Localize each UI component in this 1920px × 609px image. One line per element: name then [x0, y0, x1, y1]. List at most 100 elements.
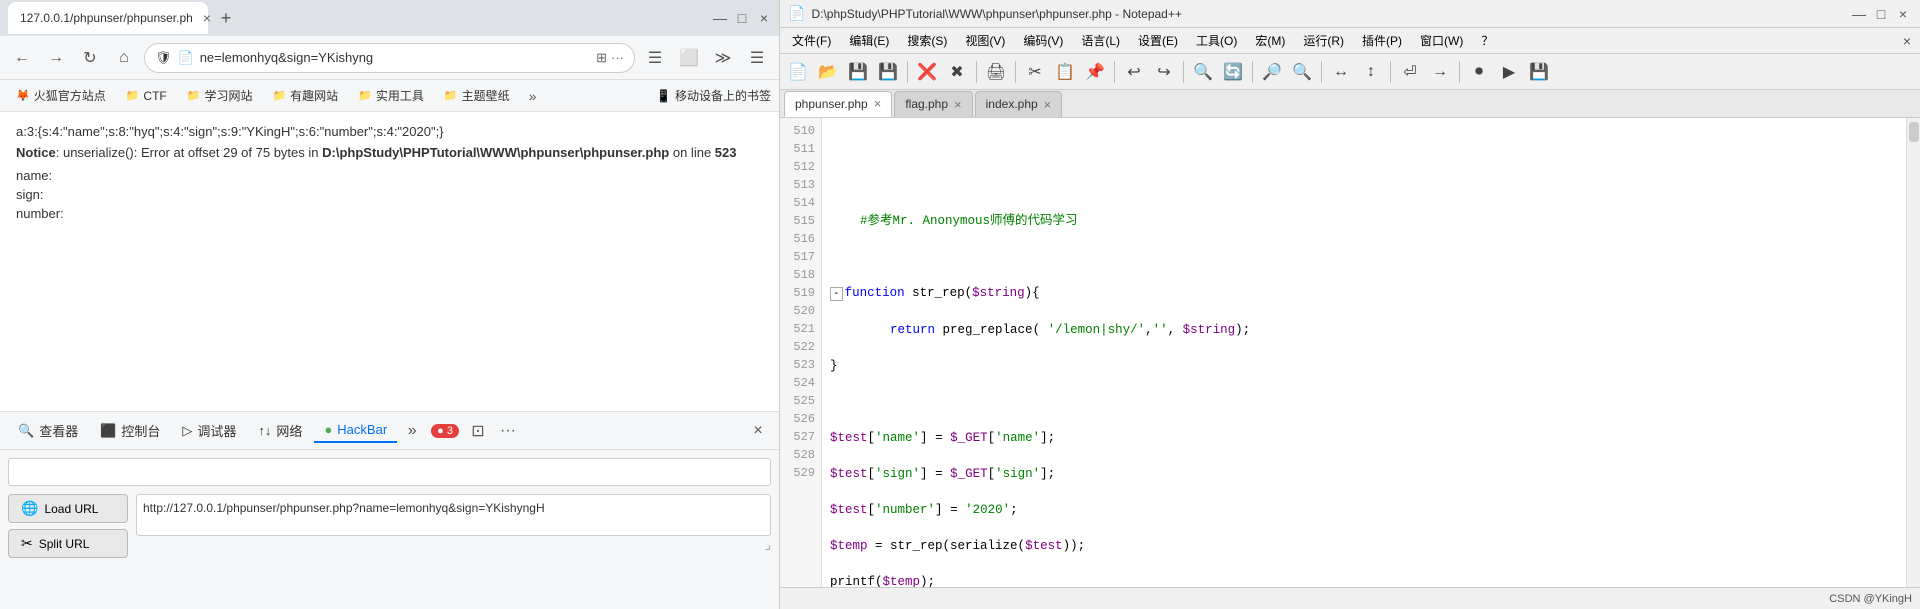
menu-edit[interactable]: 编辑(E) — [841, 29, 897, 52]
devtools-tab-hackbar[interactable]: ● HackBar — [314, 418, 397, 443]
hackbar-top-input[interactable] — [8, 458, 771, 486]
toolbar-paste[interactable]: 📌 — [1081, 58, 1109, 86]
hackbar-url-textarea[interactable]: http://127.0.0.1/phpunser/phpunser.php?n… — [136, 494, 771, 536]
code-line-518: $test['name'] = $_GET['name']; — [830, 431, 1055, 445]
bookmark-item-fun[interactable]: 📁 有趣网站 — [264, 85, 346, 106]
devtools-close-button[interactable]: × — [745, 418, 771, 444]
bookmark-item-firefox[interactable]: 🦊 火狐官方站点 — [8, 85, 114, 106]
menu-button[interactable]: ☰ — [743, 44, 771, 72]
bookmark-icon-tools: 📁 — [358, 89, 372, 102]
toolbar-new[interactable]: 📄 — [784, 58, 812, 86]
split-url-button[interactable]: ✂ Split URL — [8, 529, 128, 558]
toolbar-sync-v[interactable]: ↕ — [1357, 58, 1385, 86]
notice-linenum: 523 — [715, 145, 737, 160]
toolbar-macro-record[interactable]: ⏺ — [1465, 58, 1493, 86]
network-icon: ↑↓ — [258, 423, 271, 438]
toolbar-sep1 — [907, 61, 908, 83]
devtools-layout-button[interactable]: ⊡ — [465, 418, 491, 444]
browser-tab-active[interactable]: 127.0.0.1/phpunser/phpunser.ph × — [8, 2, 208, 34]
bookmark-icon-fun: 📁 — [272, 89, 286, 102]
home-button[interactable]: ⌂ — [110, 44, 138, 72]
toolbar-open[interactable]: 📂 — [814, 58, 842, 86]
devtools-tab-network[interactable]: ↑↓ 网络 — [248, 417, 312, 444]
editor-extra-close[interactable]: × — [1898, 32, 1916, 50]
code-line-520: $test['number'] = '2020'; — [830, 503, 1018, 517]
toolbar-wordwrap[interactable]: ⏎ — [1396, 58, 1424, 86]
menu-help[interactable]: ？ — [1473, 29, 1501, 52]
devtools-tab-inspector[interactable]: 🔍 查看器 — [8, 417, 88, 444]
devtools-more-button[interactable]: » — [399, 418, 425, 444]
bookmark-item-tools[interactable]: 📁 实用工具 — [350, 85, 432, 106]
menu-search[interactable]: 搜索(S) — [899, 29, 955, 52]
menu-language[interactable]: 语言(L) — [1073, 29, 1128, 52]
address-more-icon[interactable]: ··· — [611, 50, 624, 65]
menu-window[interactable]: 窗口(W) — [1412, 29, 1471, 52]
menu-file[interactable]: 文件(F) — [784, 29, 839, 52]
scrollbar[interactable] — [1906, 118, 1920, 587]
toolbar-copy[interactable]: 📋 — [1051, 58, 1079, 86]
toolbar-indent[interactable]: → — [1426, 58, 1454, 86]
toolbar-redo[interactable]: ↪ — [1150, 58, 1178, 86]
tab-close-icon[interactable]: × — [203, 10, 211, 26]
toolbar-zoom-out[interactable]: 🔍 — [1288, 58, 1316, 86]
address-qr-icon[interactable]: ⊞ — [596, 50, 607, 66]
code-content[interactable]: #参考Mr. Anonymous师傅的代码学习 -function str_re… — [822, 118, 1906, 587]
refresh-button[interactable]: ↻ — [76, 44, 104, 72]
mobile-bookmark-item[interactable]: 📱 移动设备上的书签 — [656, 87, 771, 104]
code-line-514: -function str_rep($string){ — [830, 286, 1040, 300]
editor-close-button[interactable]: × — [1894, 5, 1912, 23]
toolbar-find[interactable]: 🔍 — [1189, 58, 1217, 86]
devtools-tab-console[interactable]: ⬛ 控制台 — [90, 417, 170, 444]
tab-label-phpunser: phpunser.php — [795, 97, 868, 111]
editor-maximize-button[interactable]: □ — [1872, 5, 1890, 23]
new-tab-button[interactable]: + — [212, 4, 240, 32]
toolbar-zoom-in[interactable]: 🔎 — [1258, 58, 1286, 86]
toolbar-macro-play[interactable]: ▶ — [1495, 58, 1523, 86]
tab-bar-icon[interactable]: ⬜ — [675, 44, 703, 72]
editor-tab-index[interactable]: index.php × — [975, 91, 1063, 117]
tab-close-flag[interactable]: × — [954, 97, 962, 112]
extensions-icon[interactable]: ≫ — [709, 44, 737, 72]
back-button[interactable]: ← — [8, 44, 36, 72]
menu-plugins[interactable]: 插件(P) — [1354, 29, 1410, 52]
menu-view[interactable]: 视图(V) — [957, 29, 1013, 52]
toolbar-close[interactable]: ❌ — [913, 58, 941, 86]
menu-run[interactable]: 运行(R) — [1295, 29, 1352, 52]
code-line-516: } — [830, 359, 838, 373]
menu-macro[interactable]: 宏(M) — [1247, 29, 1293, 52]
browser-maximize-button[interactable]: □ — [735, 11, 749, 25]
bookmarks-more-button[interactable]: » — [522, 85, 544, 107]
browser-panel: 127.0.0.1/phpunser/phpunser.ph × + — □ ×… — [0, 0, 780, 609]
content-label-number: number: — [16, 206, 763, 221]
editor-minimize-button[interactable]: — — [1850, 5, 1868, 23]
tab-close-index[interactable]: × — [1044, 97, 1052, 112]
menu-settings[interactable]: 设置(E) — [1130, 29, 1186, 52]
bookmark-item-ctf[interactable]: 📁 CTF — [118, 87, 175, 105]
editor-tab-flag[interactable]: flag.php × — [894, 91, 972, 117]
devtools-tab-debugger[interactable]: ▷ 调试器 — [172, 417, 246, 444]
browser-close-button[interactable]: × — [757, 11, 771, 25]
devtools-options-button[interactable]: ··· — [495, 418, 521, 444]
address-bar[interactable]: 🛡 📄 ne=lemonhyq&sign=YKishyng ⊞ ··· — [144, 43, 635, 73]
menu-encoding[interactable]: 编码(V) — [1015, 29, 1071, 52]
toolbar-replace[interactable]: 🔄 — [1219, 58, 1247, 86]
toolbar-close-all[interactable]: ✖ — [943, 58, 971, 86]
toolbar-macro-save[interactable]: 💾 — [1525, 58, 1553, 86]
toolbar-cut[interactable]: ✂ — [1021, 58, 1049, 86]
forward-button[interactable]: → — [42, 44, 70, 72]
load-url-label: Load URL — [44, 502, 98, 516]
toolbar-undo[interactable]: ↩ — [1120, 58, 1148, 86]
load-url-button[interactable]: 🌐 Load URL — [8, 494, 128, 523]
menu-tools[interactable]: 工具(O) — [1188, 29, 1245, 52]
toolbar-print[interactable]: 🖨 — [982, 58, 1010, 86]
code-line-522: printf($temp); — [830, 575, 935, 587]
toolbar-sync-h[interactable]: ↔ — [1327, 58, 1355, 86]
toolbar-save[interactable]: 💾 — [844, 58, 872, 86]
browser-minimize-button[interactable]: — — [713, 11, 727, 25]
bookmark-item-study[interactable]: 📁 学习网站 — [179, 85, 261, 106]
bookmark-item-wallpaper[interactable]: 📁 主题壁纸 — [436, 85, 518, 106]
tab-close-phpunser[interactable]: × — [874, 96, 882, 111]
toolbar-save-all[interactable]: 💾 — [874, 58, 902, 86]
editor-tab-phpunser[interactable]: phpunser.php × — [784, 91, 892, 117]
bookmarks-icon[interactable]: ☰ — [641, 44, 669, 72]
